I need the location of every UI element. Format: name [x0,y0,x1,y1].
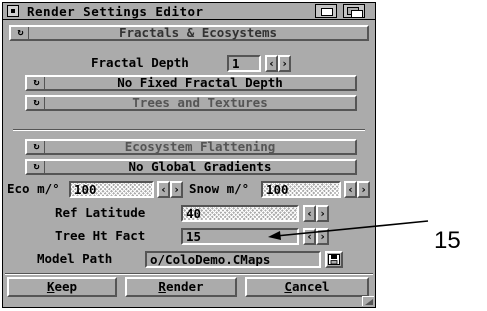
callout-arrowhead [268,231,281,240]
callout-label: 15 [434,227,461,254]
callout-line [275,220,429,237]
callout-arrow [268,220,429,240]
